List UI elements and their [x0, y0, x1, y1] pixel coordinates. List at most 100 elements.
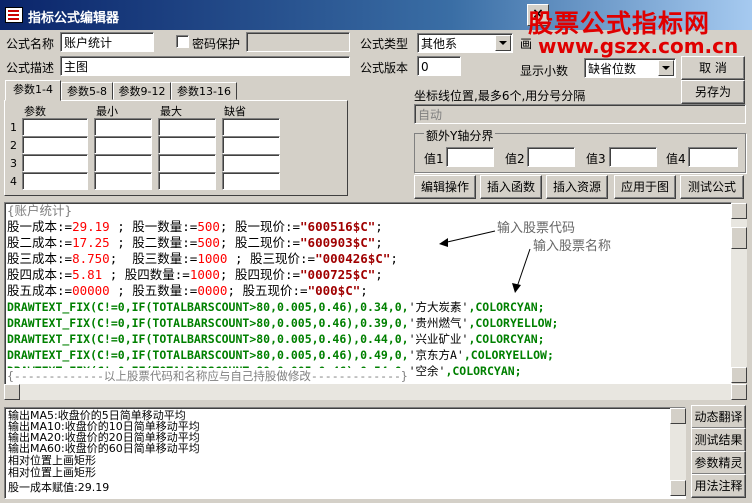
formula-type-select[interactable]: 其他系 — [417, 33, 513, 53]
insert-resource-button[interactable]: 插入资源 — [546, 175, 608, 199]
param-min-input[interactable] — [94, 136, 152, 154]
code-line: DRAWTEXT_FIX(C!=0,IF(TOTALBARSCOUNT>80,0… — [7, 348, 554, 362]
password-label: 密码保护 — [192, 37, 241, 51]
code-line: DRAWTEXT_FIX(C!=0,IF(TOTALBARSCOUNT>80,0… — [7, 300, 545, 314]
scroll-up-arrow-icon[interactable] — [670, 408, 686, 424]
test-result-button[interactable]: 测试结果 — [691, 428, 746, 452]
y-value-label: 值3 — [586, 152, 606, 166]
code-comment-bottom: {-------------以上股票代码和名称应与自己持股做修改--------… — [7, 368, 408, 384]
cancel-button[interactable]: 取 消 — [681, 56, 745, 80]
param-min-input[interactable] — [94, 172, 152, 190]
output-line: 输出MA60:收盘价的60日简单移动平均 — [8, 442, 200, 455]
y-value-input-2[interactable] — [527, 147, 575, 167]
code-line: 股一成本:=29.19 ; 股一数量:=500; 股一现价:="600516$C… — [7, 219, 383, 234]
param-header-min: 最小 — [96, 105, 118, 118]
formula-version-label: 公式版本 — [360, 61, 409, 75]
tab-params-13-16[interactable]: 参数13-16 — [171, 82, 237, 100]
param-name-input[interactable] — [22, 118, 88, 136]
param-header-name: 参数 — [24, 105, 46, 118]
code-line: 股四成本:=5.81 ; 股四数量:=1000; 股四现价:="000725$C… — [7, 267, 383, 282]
apply-to-chart-button[interactable]: 应用于图 — [614, 175, 676, 199]
tab-params-5-8[interactable]: 参数5-8 — [61, 82, 113, 100]
output-line: 相对位置上画矩形 — [8, 466, 96, 479]
chevron-down-icon[interactable] — [658, 60, 674, 76]
param-max-input[interactable] — [158, 154, 216, 172]
watermark-url: www.gszx.com.cn — [538, 34, 739, 58]
y-value-input-1[interactable] — [446, 147, 494, 167]
y-value-input-3[interactable] — [609, 147, 657, 167]
extra-y-axis-label: 额外Y轴分界 — [424, 127, 496, 144]
scroll-left-arrow-icon[interactable] — [4, 384, 20, 400]
formula-type-label: 公式类型 — [360, 37, 409, 51]
output-line: 相对位置上画矩形 — [8, 454, 96, 467]
test-formula-button[interactable]: 测试公式 — [680, 175, 744, 199]
tab-params-9-12[interactable]: 参数9-12 — [113, 82, 171, 100]
code-line: 股二成本:=17.25 ; 股二数量:=500; 股二现价:="600903$C… — [7, 235, 383, 250]
formula-type-value: 其他系 — [421, 37, 458, 51]
param-row-label: 3 — [10, 157, 17, 170]
usage-note-button[interactable]: 用法注释 — [691, 474, 746, 498]
output-scrollbar[interactable] — [670, 408, 686, 496]
password-checkbox[interactable] — [176, 35, 189, 48]
y-value-label: 值1 — [424, 152, 444, 166]
axis-lines-input[interactable]: 自动 — [414, 104, 746, 124]
code-line: 股五成本:=00000 ; 股五数量:=0000; 股五现价:="000$C"; — [7, 283, 368, 298]
param-wizard-button[interactable]: 参数精灵 — [691, 451, 746, 475]
formula-desc-label: 公式描述 — [6, 61, 55, 75]
param-header-default: 缺省 — [224, 105, 246, 118]
param-default-input[interactable] — [222, 136, 280, 154]
scroll-up-arrow-icon[interactable] — [731, 203, 747, 219]
insert-function-button[interactable]: 插入函数 — [480, 175, 542, 199]
editor-hscrollbar[interactable] — [4, 384, 747, 400]
param-default-input[interactable] — [222, 172, 280, 190]
save-as-button[interactable]: 另存为 — [681, 80, 745, 104]
y-value-input-4[interactable] — [688, 147, 738, 167]
param-name-input[interactable] — [22, 136, 88, 154]
param-name-input[interactable] — [22, 172, 88, 190]
arrowhead-name — [512, 283, 521, 293]
scroll-right-arrow-icon[interactable] — [731, 384, 747, 400]
param-row-label: 1 — [10, 121, 17, 134]
scroll-down-arrow-icon[interactable] — [670, 480, 686, 496]
dynamic-translate-button[interactable]: 动态翻译 — [691, 405, 746, 429]
arrow-line-name — [516, 248, 531, 288]
decimals-value: 缺省位数 — [588, 62, 637, 76]
scroll-down-arrow-icon[interactable] — [731, 367, 747, 383]
y-value-label: 值4 — [666, 152, 686, 166]
window-title: 指标公式编辑器 — [28, 11, 120, 26]
param-max-input[interactable] — [158, 172, 216, 190]
code-line: DRAWTEXT_FIX(C!=0,IF(TOTALBARSCOUNT>80,0… — [7, 316, 559, 330]
param-max-input[interactable] — [158, 136, 216, 154]
code-line: 股三成本:=8.750; 股三数量:=1000 ; 股三现价:="000426$… — [7, 251, 398, 266]
y-value-label: 值2 — [505, 152, 525, 166]
password-input — [246, 32, 350, 52]
param-default-input[interactable] — [222, 154, 280, 172]
param-min-input[interactable] — [94, 118, 152, 136]
edit-operation-button[interactable]: 编辑操作 — [414, 175, 476, 199]
chevron-down-icon[interactable] — [495, 35, 511, 51]
param-default-input[interactable] — [222, 118, 280, 136]
axis-lines-label: 坐标线位置,最多6个,用分号分隔 — [414, 89, 586, 103]
editor-scrollbar[interactable] — [731, 203, 747, 383]
param-row-label: 2 — [10, 139, 17, 152]
param-row-label: 4 — [10, 175, 17, 188]
param-header-max: 最大 — [160, 105, 182, 118]
param-min-input[interactable] — [94, 154, 152, 172]
draw-method-label-partial: 画 — [520, 37, 533, 51]
output-line: 股一成本赋值:29.19 — [8, 481, 110, 494]
param-name-input[interactable] — [22, 154, 88, 172]
arrowhead-code — [439, 238, 448, 247]
formula-name-input[interactable]: 账户统计 — [60, 32, 154, 52]
code-editor[interactable]: {账户统计} 股一成本:=29.19 ; 股一数量:=500; 股一现价:="6… — [4, 202, 732, 385]
decimals-label: 显示小数 — [520, 64, 569, 78]
scroll-thumb[interactable] — [731, 227, 747, 249]
decimals-select[interactable]: 缺省位数 — [584, 58, 676, 78]
formula-desc-input[interactable]: 主图 — [60, 56, 350, 76]
tab-params-1-4[interactable]: 参数1-4 — [5, 80, 61, 101]
param-max-input[interactable] — [158, 118, 216, 136]
formula-name-label: 公式名称 — [6, 37, 55, 51]
code-comment-top: {账户统计} — [7, 203, 73, 218]
annotation-arrows — [439, 230, 531, 293]
arrow-line-code — [442, 230, 496, 244]
formula-version-input[interactable]: 0 — [417, 56, 461, 76]
